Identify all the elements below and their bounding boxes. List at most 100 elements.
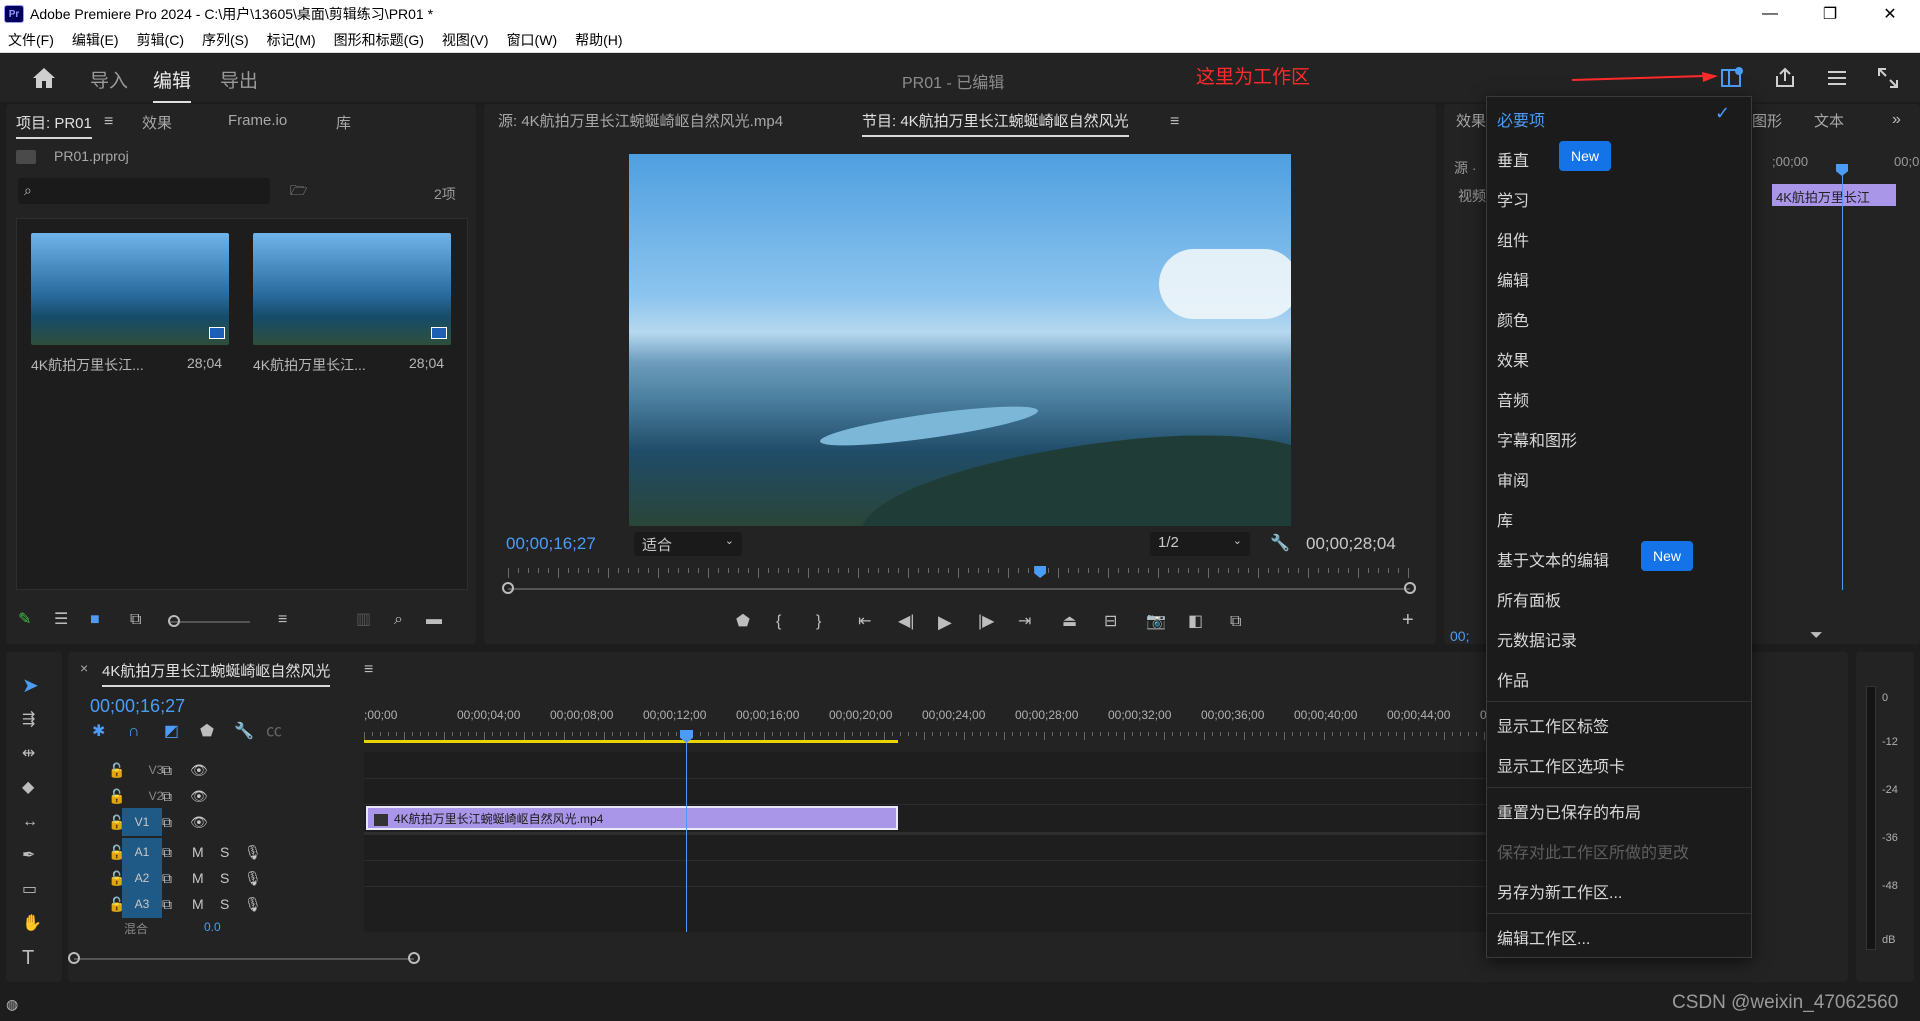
tab-export[interactable]: 导出 <box>220 66 258 93</box>
step-forward-icon[interactable]: |▶ <box>978 612 994 632</box>
mic-icon[interactable]: 🎙 <box>244 844 262 861</box>
export-frame-icon[interactable]: 📷 <box>1146 612 1166 632</box>
nest-icon[interactable]: ✱ <box>92 722 105 742</box>
sync-lock-icon[interactable]: ⧉ <box>162 896 172 913</box>
menu-edit[interactable]: 编辑(E) <box>72 30 119 50</box>
timeline-current-time[interactable]: 00;00;16;27 <box>90 696 185 717</box>
monitor-time-ruler[interactable] <box>508 568 1410 578</box>
zoom-slider[interactable] <box>170 621 250 623</box>
sequence-thumbnail[interactable] <box>253 233 451 345</box>
track-area[interactable]: 4K航拍万里长江蜿蜒崎岖自然风光.mp4 <box>364 752 1544 932</box>
track-label-a2[interactable]: A2 <box>122 864 162 892</box>
solo-button[interactable]: S <box>220 896 229 912</box>
timeline-marker-icon[interactable]: ⬟ <box>200 722 214 742</box>
captions-icon[interactable]: ㏄ <box>266 722 282 742</box>
effects-playhead[interactable] <box>1836 164 1848 176</box>
menu-item-effects[interactable]: 效果 <box>1497 347 1529 371</box>
fit-select[interactable]: 适合 ⌄ <box>634 532 742 556</box>
tab-effects[interactable]: 效果 <box>142 112 172 133</box>
menu-file[interactable]: 文件(F) <box>8 30 54 50</box>
share-icon[interactable] <box>1773 66 1797 90</box>
sync-lock-icon[interactable]: ⧉ <box>162 814 172 831</box>
go-to-in-icon[interactable]: ⇤ <box>858 612 871 632</box>
media-thumbnail[interactable] <box>31 233 229 345</box>
freeform-view-icon[interactable]: ⧉ <box>130 610 141 630</box>
menu-item-audio[interactable]: 音频 <box>1497 387 1529 411</box>
minimize-button[interactable]: — <box>1740 0 1800 28</box>
type-tool-icon[interactable]: T <box>22 948 34 968</box>
sync-lock-icon[interactable]: ⧉ <box>162 762 172 779</box>
menu-item-productions[interactable]: 作品 <box>1497 667 1529 691</box>
sequence-menu-icon[interactable]: ≡ <box>364 660 373 680</box>
mark-in-icon[interactable]: { <box>776 612 781 632</box>
eye-icon[interactable]: 👁 <box>190 814 208 831</box>
linked-selection-icon[interactable]: ◩ <box>164 722 179 742</box>
comparison-view-icon[interactable]: ◧ <box>1188 612 1203 632</box>
workspaces-icon[interactable] <box>1720 66 1744 90</box>
program-menu-icon[interactable]: ≡ <box>1170 112 1179 132</box>
tab-import[interactable]: 导入 <box>90 66 128 93</box>
menu-item-essentials[interactable]: 必要项 <box>1497 107 1545 131</box>
tab-source[interactable]: 源: 4K航拍万里长江蜿蜒崎岖自然风光.mp4 <box>498 110 783 131</box>
tab-project[interactable]: 项目: PR01 <box>16 112 92 139</box>
menu-item-save-as-new[interactable]: 另存为新工作区... <box>1497 879 1622 903</box>
menu-clip[interactable]: 剪辑(C) <box>137 30 184 50</box>
resolution-select[interactable]: 1/2 ⌄ <box>1150 532 1250 556</box>
menu-item-show-workspace-labels[interactable]: 显示工作区标签 <box>1497 713 1609 737</box>
sync-lock-icon[interactable]: ⧉ <box>162 870 172 887</box>
rectangle-tool-icon[interactable]: ▭ <box>22 880 37 900</box>
pencil-icon[interactable]: ✎ <box>18 610 31 630</box>
ripple-edit-tool-icon[interactable]: ⇹ <box>22 744 35 764</box>
lock-icon[interactable]: 🔓 <box>108 788 125 805</box>
sort-icon[interactable]: ≡ <box>278 610 287 630</box>
add-button-icon[interactable]: + <box>1402 610 1414 630</box>
menu-markers[interactable]: 标记(M) <box>267 30 316 50</box>
tab-sequence[interactable]: 4K航拍万里长江蜿蜒崎岖自然风光 <box>102 660 331 687</box>
close-sequence-icon[interactable]: × <box>80 660 88 676</box>
track-label-a3[interactable]: A3 <box>122 890 162 918</box>
work-area-bar[interactable] <box>364 740 898 743</box>
menu-item-reset-layout[interactable]: 重置为已保存的布局 <box>1497 799 1641 823</box>
menu-graphics[interactable]: 图形和标题(G) <box>334 30 424 50</box>
video-frame[interactable] <box>629 154 1291 526</box>
effects-clip-bar[interactable]: 4K航拍万里长江 <box>1772 184 1896 206</box>
lock-icon[interactable]: 🔓 <box>108 762 125 779</box>
tab-graphics[interactable]: 图形 <box>1752 110 1782 131</box>
scrub-start-handle[interactable] <box>502 582 514 594</box>
menu-window[interactable]: 窗口(W) <box>507 30 558 50</box>
zoom-end-handle[interactable] <box>408 952 420 964</box>
menu-item-metadata-logging[interactable]: 元数据记录 <box>1497 627 1577 651</box>
tab-effect-controls[interactable]: 效果 <box>1456 110 1486 131</box>
add-marker-icon[interactable]: ⬟ <box>736 612 750 632</box>
home-icon[interactable] <box>32 67 56 89</box>
sync-lock-icon[interactable]: ⧉ <box>162 788 172 805</box>
icon-view-icon[interactable]: ■ <box>90 610 100 630</box>
eye-icon[interactable]: 👁 <box>190 762 208 779</box>
slip-tool-icon[interactable]: ↔ <box>22 812 38 832</box>
mix-value[interactable]: 0.0 <box>204 920 221 934</box>
menu-item-learning[interactable]: 学习 <box>1497 187 1529 211</box>
more-tabs-icon[interactable]: » <box>1892 110 1901 130</box>
track-label-a1[interactable]: A1 <box>122 838 162 866</box>
menu-item-vertical[interactable]: 垂直 <box>1497 147 1529 171</box>
eye-icon[interactable]: 👁 <box>190 788 208 805</box>
new-bin-icon[interactable]: ▬ <box>426 610 442 630</box>
tab-frameio[interactable]: Frame.io <box>228 112 287 129</box>
menu-item-editing[interactable]: 编辑 <box>1497 267 1529 291</box>
menu-item-libraries[interactable]: 库 <box>1497 507 1513 531</box>
tab-text[interactable]: 文本 <box>1814 110 1844 131</box>
menu-item-text-based-editing[interactable]: 基于文本的编辑 <box>1497 547 1609 571</box>
selection-tool-icon[interactable]: ➤ <box>22 676 39 696</box>
pen-tool-icon[interactable]: ✒ <box>22 846 35 866</box>
hand-tool-icon[interactable]: ✋ <box>22 914 42 934</box>
menu-item-edit-workspaces[interactable]: 编辑工作区... <box>1497 925 1590 949</box>
solo-button[interactable]: S <box>220 870 229 886</box>
list-view-icon[interactable]: ☰ <box>54 610 68 630</box>
razor-tool-icon[interactable]: ◆ <box>22 778 34 798</box>
quick-export-icon[interactable] <box>1825 66 1849 90</box>
wrench-icon[interactable]: 🔧 <box>1270 534 1290 554</box>
mute-button[interactable]: M <box>192 844 204 860</box>
menu-item-all-panels[interactable]: 所有面板 <box>1497 587 1561 611</box>
project-search-input[interactable] <box>18 178 270 204</box>
menu-sequence[interactable]: 序列(S) <box>202 30 249 50</box>
